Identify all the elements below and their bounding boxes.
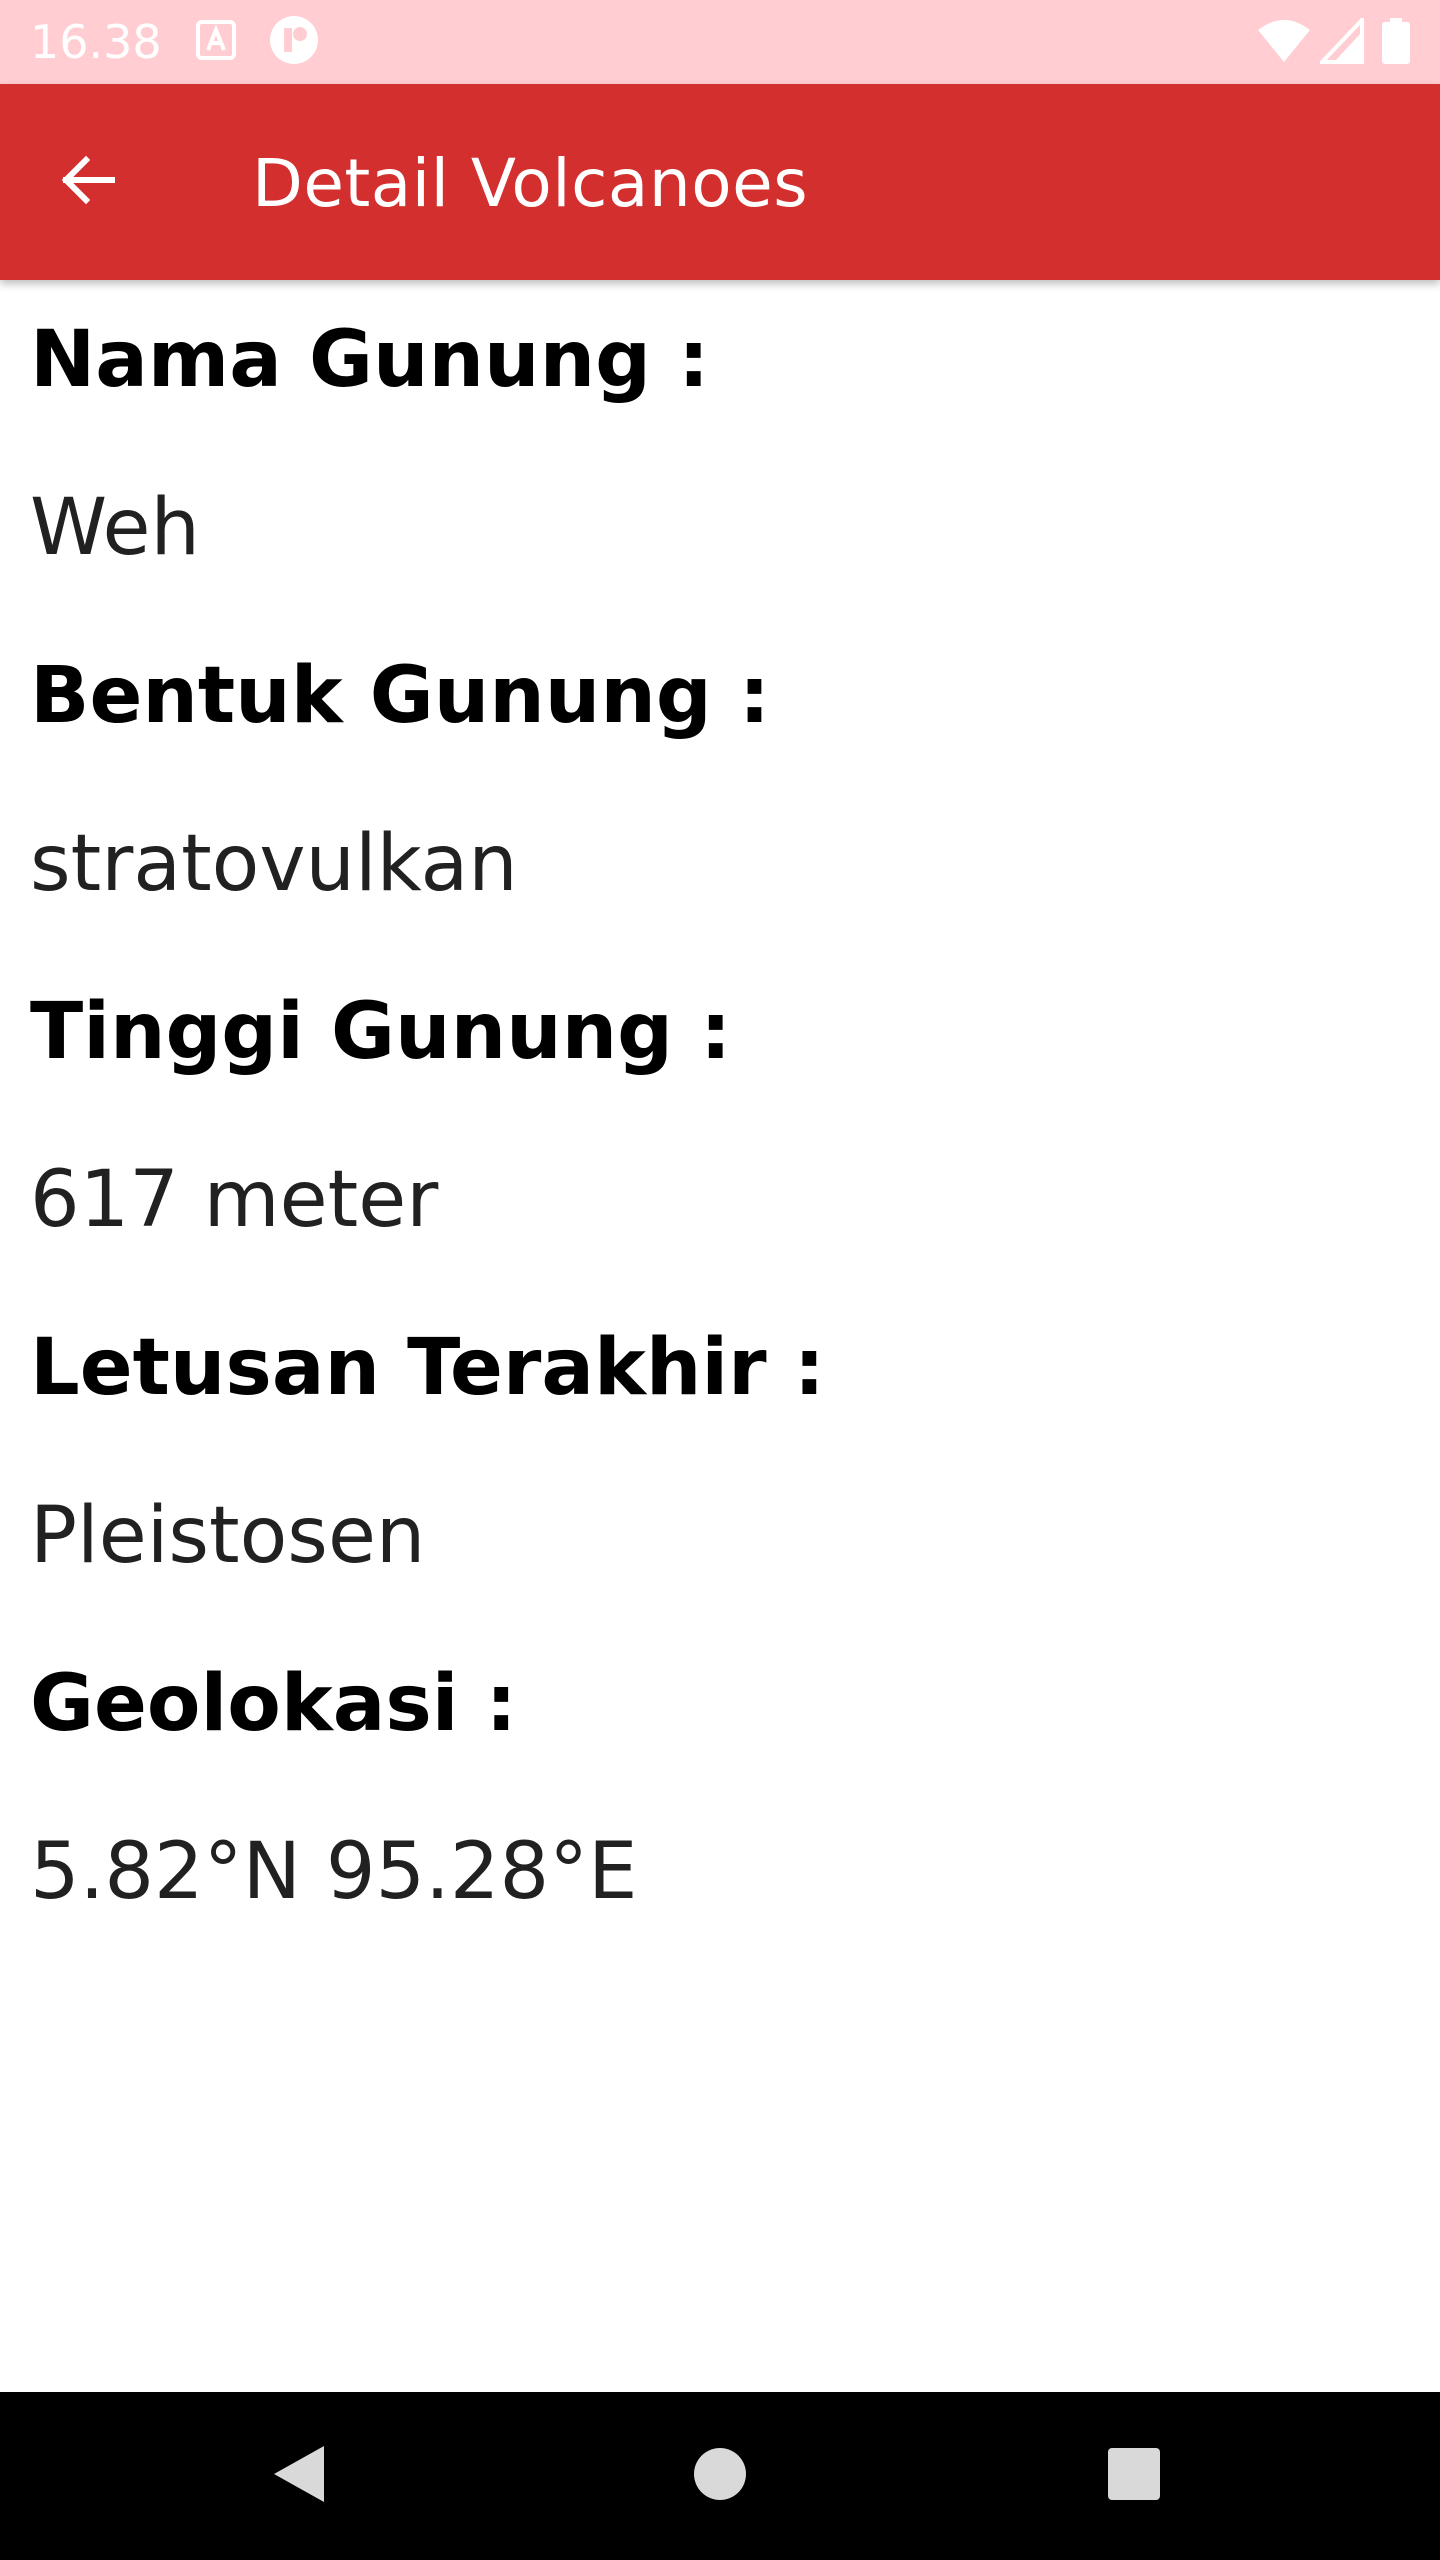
battery-icon	[1382, 18, 1410, 64]
name-value: Weh	[30, 483, 200, 573]
page-title: Detail Volcanoes	[252, 145, 809, 222]
back-button[interactable]	[40, 134, 136, 230]
last-eruption-label: Letusan Terakhir :	[30, 1323, 825, 1413]
nav-recents-icon	[1106, 2446, 1162, 2507]
last-eruption-value: Pleistosen	[30, 1491, 426, 1581]
app-bar: Detail Volcanoes	[0, 84, 1440, 280]
shape-label: Bentuk Gunung :	[30, 651, 771, 741]
nav-home-icon	[692, 2446, 748, 2507]
status-bar: 16.38	[0, 0, 1440, 84]
height-value: 617 meter	[30, 1155, 439, 1245]
nav-back-icon	[270, 2442, 330, 2511]
nav-home-button[interactable]	[670, 2426, 770, 2526]
status-time: 16.38	[30, 15, 162, 69]
name-label: Nama Gunung :	[30, 315, 710, 405]
nav-back-button[interactable]	[250, 2426, 350, 2526]
wifi-icon	[1256, 18, 1312, 64]
translate-app-icon	[196, 20, 236, 60]
height-label: Tinggi Gunung :	[30, 987, 732, 1077]
notification-badge-icon	[268, 14, 320, 66]
system-nav-bar	[0, 2392, 1440, 2560]
nav-recents-button[interactable]	[1084, 2426, 1184, 2526]
cellular-signal-icon	[1317, 15, 1364, 64]
geolocation-value: 5.82°N 95.28°E	[30, 1827, 638, 1917]
arrow-back-icon	[56, 148, 120, 217]
geolocation-label: Geolokasi :	[30, 1659, 517, 1749]
shape-value: stratovulkan	[30, 819, 518, 909]
